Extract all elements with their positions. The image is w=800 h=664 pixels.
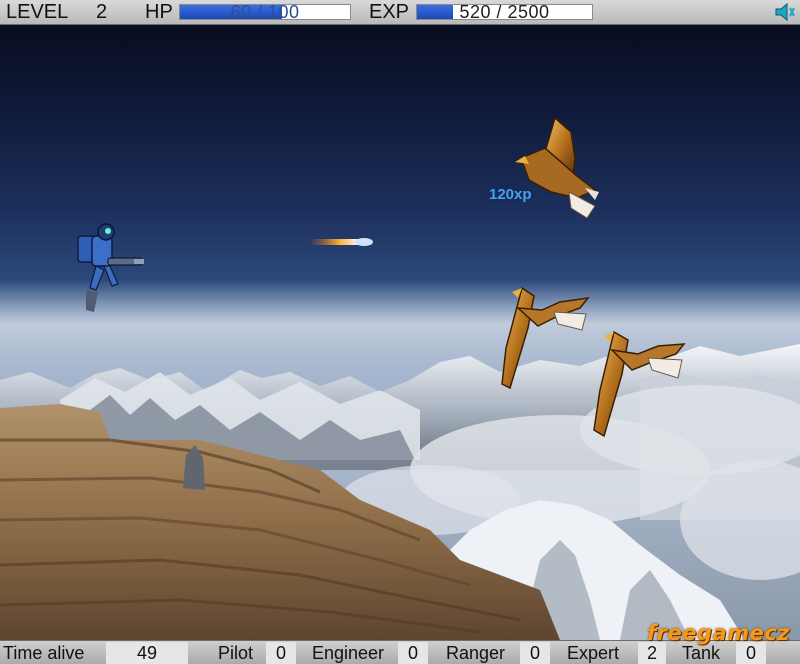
ranger-value: 0 (520, 642, 550, 664)
eagle-enemy (515, 116, 599, 219)
exp-text: 520 / 2500 (459, 4, 550, 20)
engineer-value: 0 (398, 642, 428, 664)
brand-logo[interactable]: freegamecz (647, 621, 790, 645)
time-alive-label: Time alive (3, 643, 85, 663)
bullet (310, 238, 373, 246)
hp-bar: 60 / 100 (179, 4, 351, 20)
hp-label: HP (145, 1, 173, 23)
game-screen[interactable]: 120xp LEVEL 2 HP 60 / 100 EXP 520 / 2500… (0, 0, 800, 664)
pilot-value: 0 (266, 642, 296, 664)
exp-label: EXP (369, 1, 410, 23)
level-value: 2 (96, 1, 108, 23)
expert-label: Expert (567, 643, 620, 663)
player-soldier (77, 223, 144, 312)
ranger-label: Ranger (446, 643, 506, 663)
pilot-label: Pilot (218, 643, 254, 663)
expert-value: 2 (638, 642, 666, 664)
tank-value: 0 (736, 642, 766, 664)
engineer-label: Engineer (312, 643, 385, 663)
hp-text: 60 / 100 (230, 4, 300, 20)
xp-gain-popup: 120xp (489, 186, 532, 203)
level-label: LEVEL (6, 1, 69, 23)
exp-bar: 520 / 2500 (416, 4, 593, 20)
top-hud: LEVEL 2 HP 60 / 100 EXP 520 / 2500 (0, 0, 800, 25)
speaker-icon[interactable] (774, 2, 796, 22)
time-alive-value: 49 (106, 642, 188, 664)
scenery (0, 116, 800, 640)
